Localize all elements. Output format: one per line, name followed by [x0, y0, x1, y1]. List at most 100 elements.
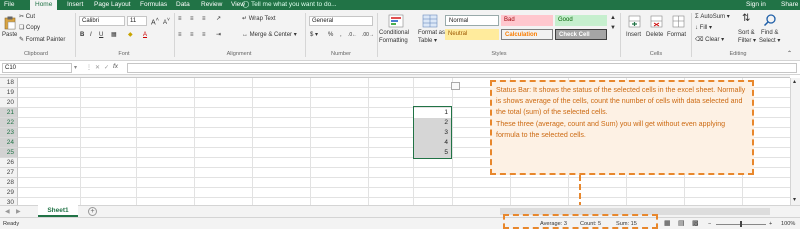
currency-icon[interactable]: $ ▾ [310, 31, 318, 39]
orientation-icon[interactable]: ↗ [216, 15, 221, 23]
grow-font-icon[interactable]: A˄ [151, 16, 159, 27]
scroll-down-icon[interactable]: ▾ [793, 196, 796, 204]
style-check-cell[interactable]: Check Cell [555, 29, 607, 40]
tab-formulas[interactable]: Formulas [140, 0, 167, 10]
percent-icon[interactable]: % [328, 31, 333, 39]
add-sheet-button[interactable]: + [88, 207, 97, 216]
page-break-view-icon[interactable]: ▩ [692, 218, 699, 230]
format-button[interactable]: Format [667, 31, 686, 39]
styles-scroll-up-icon[interactable]: ▲ [610, 14, 616, 22]
name-box[interactable]: C10 [2, 63, 72, 73]
fill-color-icon[interactable]: ◆ [128, 31, 133, 39]
share-button[interactable]: Share [781, 0, 798, 10]
format-as-table-line1[interactable]: Format as [418, 29, 445, 37]
fill-button[interactable]: ↓ Fill ▾ [695, 24, 712, 32]
tab-insert[interactable]: Insert [67, 0, 83, 10]
align-right-icon[interactable]: ≡ [202, 31, 206, 39]
paste-icon[interactable] [4, 16, 16, 30]
align-bottom-icon[interactable]: ≡ [202, 15, 206, 23]
find-select-line1[interactable]: Find & [761, 29, 778, 37]
format-as-table-line2[interactable]: Table ▾ [418, 37, 437, 45]
zoom-level[interactable]: 100% [781, 218, 795, 230]
delete-cells-icon[interactable] [650, 15, 663, 28]
borders-icon[interactable]: ▦ [111, 31, 117, 39]
sort-filter-line1[interactable]: Sort & [738, 29, 755, 37]
vertical-scrollbar[interactable]: ▴ ▾ [790, 78, 800, 205]
insert-button[interactable]: Insert [626, 31, 641, 39]
tell-me-search[interactable]: ◯ Tell me what you want to do... [242, 0, 337, 10]
sign-in-link[interactable]: Sign in [746, 0, 766, 10]
bold-icon[interactable]: B [80, 31, 84, 39]
zoom-in-icon[interactable]: + [769, 218, 772, 230]
number-format-select[interactable]: General [309, 16, 373, 26]
row-header[interactable]: 21 [0, 108, 18, 118]
prev-sheet-icon[interactable]: ◀ [5, 208, 10, 216]
sort-filter-icon[interactable]: ⇅ [742, 13, 750, 25]
copy-button[interactable]: ❏ Copy [19, 24, 40, 32]
zoom-out-icon[interactable]: − [708, 218, 711, 230]
page-layout-view-icon[interactable]: ▤ [678, 218, 685, 230]
style-good[interactable]: Good [555, 15, 607, 26]
scroll-up-icon[interactable]: ▴ [793, 78, 796, 86]
formula-options-icon[interactable]: ⋮ [86, 64, 92, 72]
sort-filter-line2[interactable]: Filter ▾ [738, 37, 756, 45]
cancel-icon[interactable]: ✕ [95, 64, 100, 72]
format-cells-icon[interactable] [672, 15, 685, 28]
row-header[interactable]: 27 [0, 168, 18, 178]
row-header[interactable]: 24 [0, 138, 18, 148]
increase-decimal-icon[interactable]: .0← [348, 31, 357, 39]
row-header[interactable]: 19 [0, 88, 18, 98]
align-center-icon[interactable]: ≡ [190, 31, 194, 39]
find-select-line2[interactable]: Select ▾ [759, 37, 780, 45]
row-header[interactable]: 29 [0, 188, 18, 198]
row-header[interactable]: 26 [0, 158, 18, 168]
function-icon[interactable]: fx [113, 63, 118, 70]
style-neutral[interactable]: Neutral [445, 29, 499, 40]
conditional-formatting-line2[interactable]: Formatting [379, 37, 408, 45]
paste-button[interactable]: Paste [2, 31, 17, 39]
enter-icon[interactable]: ✓ [104, 64, 109, 72]
style-bad[interactable]: Bad [501, 15, 553, 26]
shrink-font-icon[interactable]: A˅ [163, 16, 170, 27]
clear-button[interactable]: ⌫ Clear ▾ [695, 36, 724, 44]
formula-input[interactable] [127, 63, 797, 73]
tab-file[interactable]: File [4, 0, 14, 10]
italic-icon[interactable]: I [90, 31, 92, 39]
row-header[interactable]: 28 [0, 178, 18, 188]
comma-icon[interactable]: , [340, 31, 342, 39]
next-sheet-icon[interactable]: ▶ [16, 208, 21, 216]
delete-button[interactable]: Delete [646, 31, 663, 39]
row-header[interactable]: 20 [0, 98, 18, 108]
row-header[interactable]: 22 [0, 118, 18, 128]
quick-analysis-icon[interactable] [451, 82, 460, 90]
conditional-formatting-icon[interactable] [388, 14, 404, 28]
wrap-text-button[interactable]: ↵ Wrap Text [242, 15, 276, 23]
name-box-dropdown-icon[interactable]: ▾ [74, 64, 77, 72]
align-middle-icon[interactable]: ≡ [190, 15, 194, 23]
find-select-icon[interactable] [763, 13, 777, 27]
underline-icon[interactable]: U [99, 31, 103, 39]
font-color-icon[interactable]: A [143, 31, 147, 39]
tab-page-layout[interactable]: Page Layout [94, 0, 131, 10]
format-as-table-icon[interactable] [422, 14, 438, 28]
insert-cells-icon[interactable] [628, 15, 641, 28]
sheet-tab-sheet1[interactable]: Sheet1 [38, 205, 78, 217]
normal-view-icon[interactable]: ▦ [664, 218, 671, 230]
tab-data[interactable]: Data [176, 0, 190, 10]
align-top-icon[interactable]: ≡ [178, 15, 182, 23]
autosum-button[interactable]: Σ AutoSum ▾ [695, 13, 730, 21]
row-header[interactable]: 23 [0, 128, 18, 138]
align-left-icon[interactable]: ≡ [178, 31, 182, 39]
zoom-slider-handle[interactable] [740, 221, 742, 227]
collapse-ribbon-icon[interactable]: ⌃ [787, 50, 792, 58]
style-calculation[interactable]: Calculation [501, 29, 553, 40]
font-size-select[interactable]: 11 [127, 16, 147, 26]
font-name-select[interactable]: Calibri [79, 16, 125, 26]
row-header[interactable]: 30 [0, 198, 18, 205]
tab-home[interactable]: Home [30, 0, 58, 10]
format-painter-button[interactable]: ✎ Format Painter [19, 36, 65, 44]
cut-button[interactable]: ✂ Cut [19, 13, 35, 21]
row-header[interactable]: 18 [0, 78, 18, 88]
style-normal[interactable]: Normal [445, 15, 499, 26]
decrease-decimal-icon[interactable]: .00→ [362, 31, 374, 39]
